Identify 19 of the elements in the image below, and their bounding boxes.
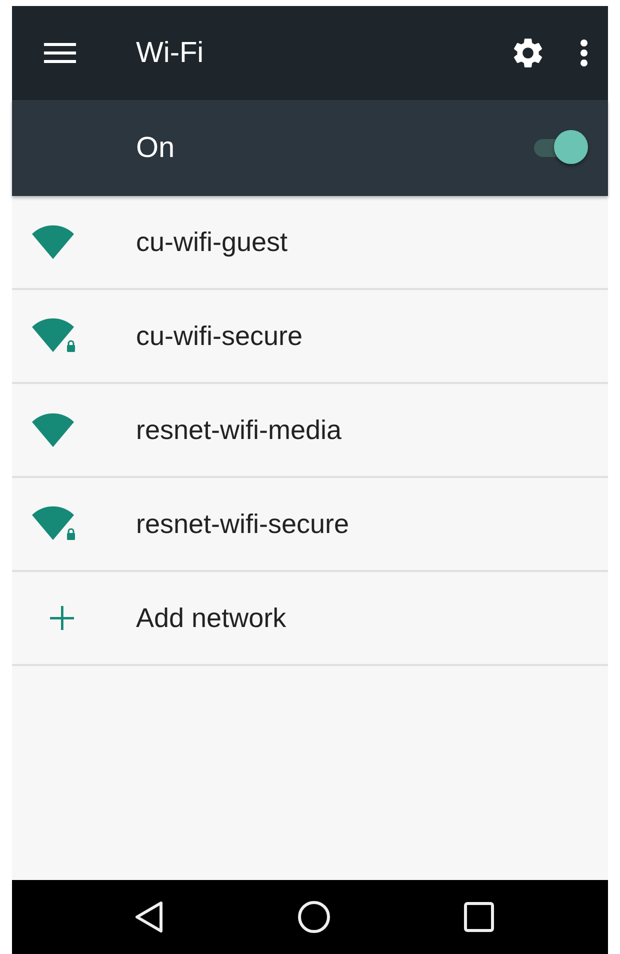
list-item[interactable]: Add network <box>12 572 608 666</box>
plus-icon <box>50 606 74 630</box>
network-name: cu-wifi-guest <box>136 226 288 258</box>
back-icon[interactable] <box>134 900 164 934</box>
list-item[interactable]: resnet-wifi-media <box>12 384 608 478</box>
toggle-switch[interactable] <box>532 130 588 166</box>
menu-icon[interactable] <box>44 41 76 65</box>
list-item[interactable]: cu-wifi-secure <box>12 290 608 384</box>
recents-icon[interactable] <box>464 902 494 932</box>
more-options-icon[interactable] <box>580 39 588 67</box>
network-name: Add network <box>136 602 286 634</box>
screen-title: Wi-Fi <box>136 36 205 70</box>
switch-label: On <box>136 132 176 164</box>
list-item[interactable]: cu-wifi-guest <box>12 196 608 290</box>
network-name: cu-wifi-secure <box>136 320 303 352</box>
home-icon[interactable] <box>297 900 331 934</box>
network-name: resnet-wifi-media <box>136 414 342 446</box>
network-name: resnet-wifi-secure <box>136 508 350 540</box>
list-item[interactable]: resnet-wifi-secure <box>12 478 608 572</box>
